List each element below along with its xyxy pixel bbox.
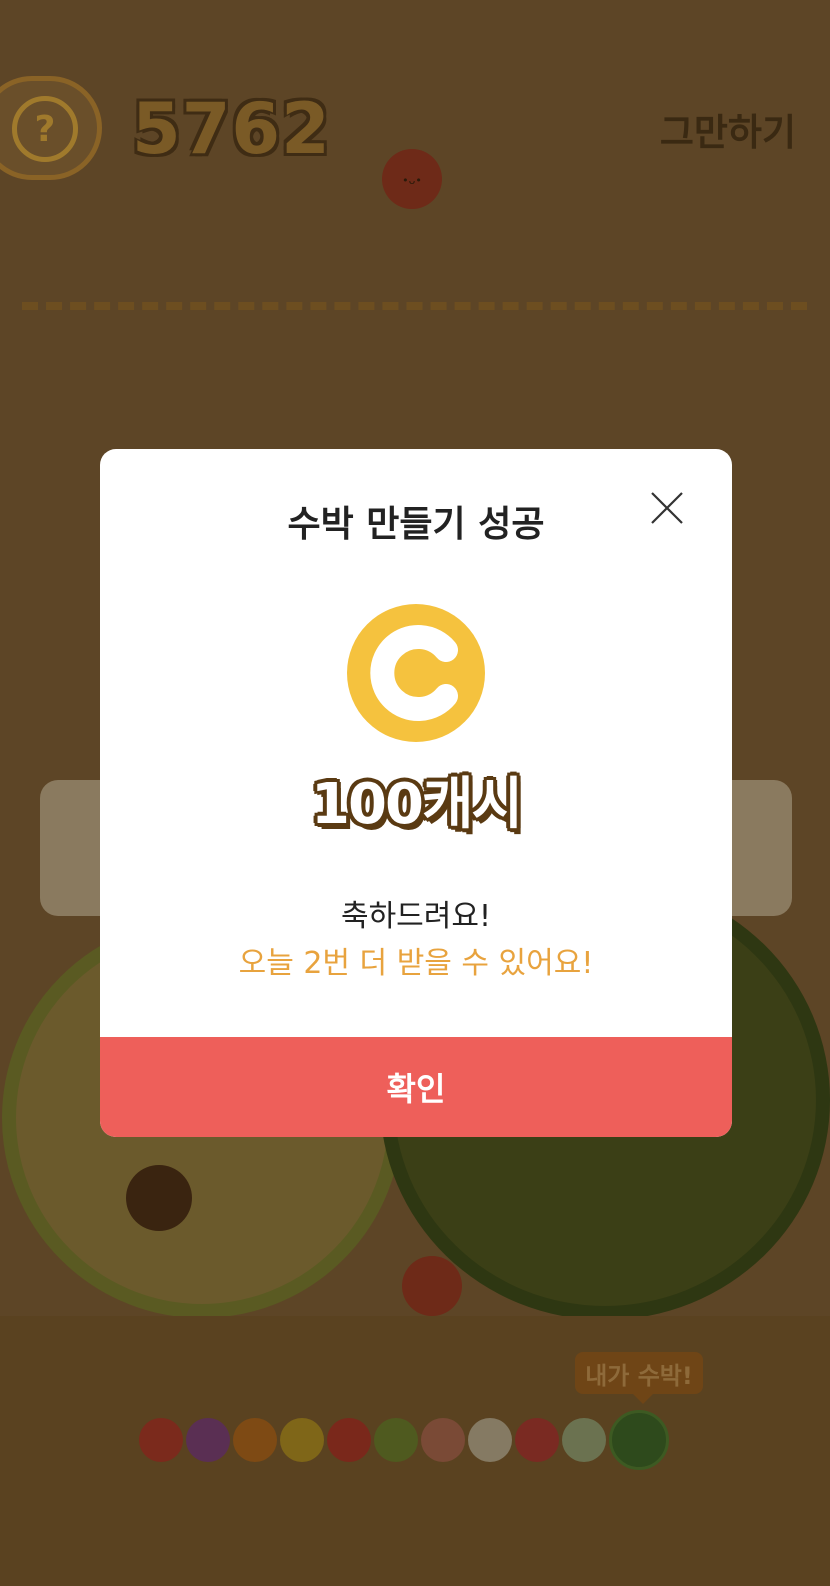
dialog-title: 수박 만들기 성공 xyxy=(287,504,545,545)
close-icon[interactable] xyxy=(648,489,688,529)
success-dialog: 수박 만들기 성공 100캐시 축하드려요! 오늘 2번 더 받을 수 있어요!… xyxy=(100,449,732,1137)
remaining-rewards-text: 오늘 2번 더 받을 수 있어요! xyxy=(238,946,594,981)
reward-amount: 100캐시 xyxy=(311,772,523,837)
confirm-button[interactable]: 확인 xyxy=(100,1037,732,1137)
congrats-message: 축하드려요! xyxy=(340,899,492,934)
coin-c-icon xyxy=(347,604,485,742)
